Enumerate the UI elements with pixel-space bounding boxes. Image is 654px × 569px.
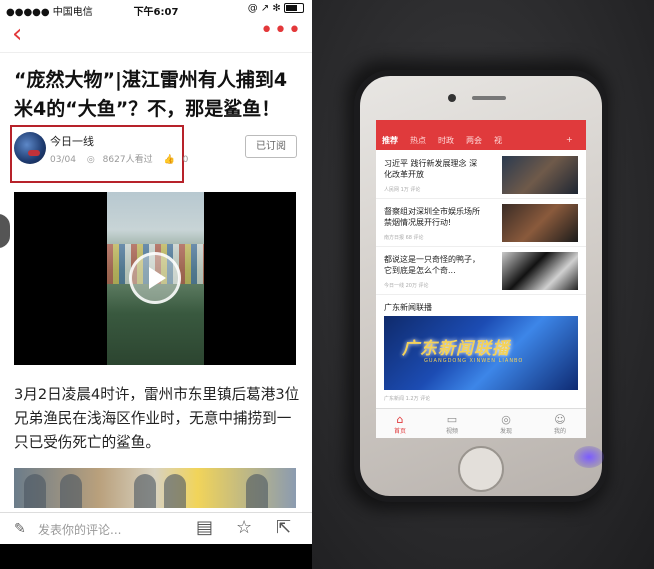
status-icons: @ ↗ ✻ [248,3,304,14]
front-camera [448,94,456,102]
phone-photo: 推荐 热点 时政 两会 视 + 习近平 践行新发展理念 深化改革开放 人民网 1… [312,0,654,569]
play-icon[interactable] [129,252,181,304]
person-icon: ☺ [554,413,566,426]
status-symbols: @ ↗ ✻ [247,3,281,14]
screen-tab-bar: 推荐 热点 时政 两会 视 + [376,130,586,150]
nav-home[interactable]: ⌂ 首页 [380,413,420,435]
nav-discover-label: 发现 [499,428,512,435]
side-handle[interactable] [0,214,10,248]
comment-input[interactable]: 发表你的评论... [38,521,121,538]
screen-news-item[interactable]: 习近平 践行新发展理念 深化改革开放 人民网 1万 评论 [376,152,586,199]
section-title: 广东新闻联播 [384,303,432,312]
nav-bar: ‹ ••• [0,18,312,53]
more-options-icon[interactable]: ••• [260,18,302,43]
screen-tab-0[interactable]: 推荐 [382,135,398,146]
subscribe-button[interactable]: 已订阅 [245,135,297,158]
share-icon[interactable]: ⇱ [276,517,291,538]
pencil-icon: ✎ [14,521,26,537]
news-thumbnail [502,156,578,194]
screen-tab-1[interactable]: 热点 [410,135,426,146]
article-photo [14,468,296,508]
add-tab-icon[interactable]: + [566,135,573,144]
banner-title: 广东新闻联播 [402,339,510,359]
article-screenshot: ●●●●● 中国电信 下午6:07 @ ↗ ✻ ‹ ••• “庞然大物”|湛江雷… [0,0,312,569]
like-count: 0 [182,155,189,165]
screen-tab-4[interactable]: 视 [494,135,502,146]
screen-bottom-nav: ⌂ 首页 ▭ 视频 ◎ 发现 ☺ 我的 [376,408,586,438]
home-icon: ⌂ [396,413,404,426]
banner-subtitle: GUANGDONG XINWEN LIANBO [424,358,524,364]
news-title: 习近平 践行新发展理念 深化改革开放 [384,159,478,179]
nav-home-label: 首页 [393,428,406,435]
screen-tab-2[interactable]: 时政 [438,135,454,146]
publish-date: 03/04 [50,155,76,165]
nav-video-label: 视频 [445,428,458,435]
author-name[interactable]: 今日一线 [50,133,94,149]
bottom-edge [0,544,312,569]
news-banner[interactable]: 广东新闻联播 GUANGDONG XINWEN LIANBO [384,316,578,390]
comment-bar: ✎ 发表你的评论... ▤ ☆ ⇱ [0,512,312,545]
nav-me-label: 我的 [553,428,566,435]
screen-news-item[interactable]: 督察组对深圳全市娱乐场所禁烟情况展开行动! 南方日报 68 评论 [376,200,586,247]
phone-screen: 推荐 热点 时政 两会 视 + 习近平 践行新发展理念 深化改革开放 人民网 1… [376,120,586,438]
news-thumbnail [502,252,578,290]
video-player[interactable] [14,192,296,365]
author-avatar[interactable] [14,132,46,164]
purple-light-reflection [574,446,604,468]
screen-news-item[interactable]: 都说这是一只奇怪的鸭子，它到底是怎么个奇... 今日一线 20万 评论 [376,248,586,295]
comment-icon[interactable]: ▤ [196,517,213,538]
earpiece-speaker [472,96,506,100]
news-meta: 南方日报 68 评论 [384,235,424,241]
nav-me[interactable]: ☺ 我的 [540,413,580,435]
banner-meta: 广东新闻 1.2万 评论 [384,396,431,402]
thumbs-up-icon[interactable]: 👍 [163,155,174,165]
back-chevron-icon[interactable]: ‹ [12,20,22,48]
news-title: 都说这是一只奇怪的鸭子，它到底是怎么个奇... [384,255,480,275]
article-title: “庞然大物”|湛江雷州有人捕到4米4的“大鱼”？不，那是鲨鱼！ [14,69,288,120]
compass-icon: ◎ [501,413,511,426]
home-button[interactable] [458,446,504,492]
screen-status-bar [376,120,586,130]
status-bar: ●●●●● 中国电信 下午6:07 @ ↗ ✻ [0,0,312,18]
screen-tab-3[interactable]: 两会 [466,135,482,146]
nav-video[interactable]: ▭ 视频 [432,413,472,435]
video-icon: ▭ [446,413,458,426]
news-title: 督察组对深圳全市娱乐场所禁烟情况展开行动! [384,207,480,227]
iphone-device: 推荐 热点 时政 两会 视 + 习近平 践行新发展理念 深化改革开放 人民网 1… [354,70,608,502]
view-count: 8627人看过 [102,155,153,165]
article-body: 3月2日凌晨4时许，雷州市东里镇后葛港3位兄弟渔民在浅海区作业时，无意中捕捞到一… [14,386,300,451]
news-meta: 人民网 1万 评论 [384,187,421,193]
article-meta: 03/04 ◎ 8627人看过 👍 0 [50,152,196,165]
star-icon[interactable]: ☆ [236,517,252,538]
battery-icon [284,3,304,13]
nav-discover[interactable]: ◎ 发现 [486,413,526,435]
news-thumbnail [502,204,578,242]
news-meta: 今日一线 20万 评论 [384,283,429,289]
eye-icon: ◎ [86,155,95,165]
